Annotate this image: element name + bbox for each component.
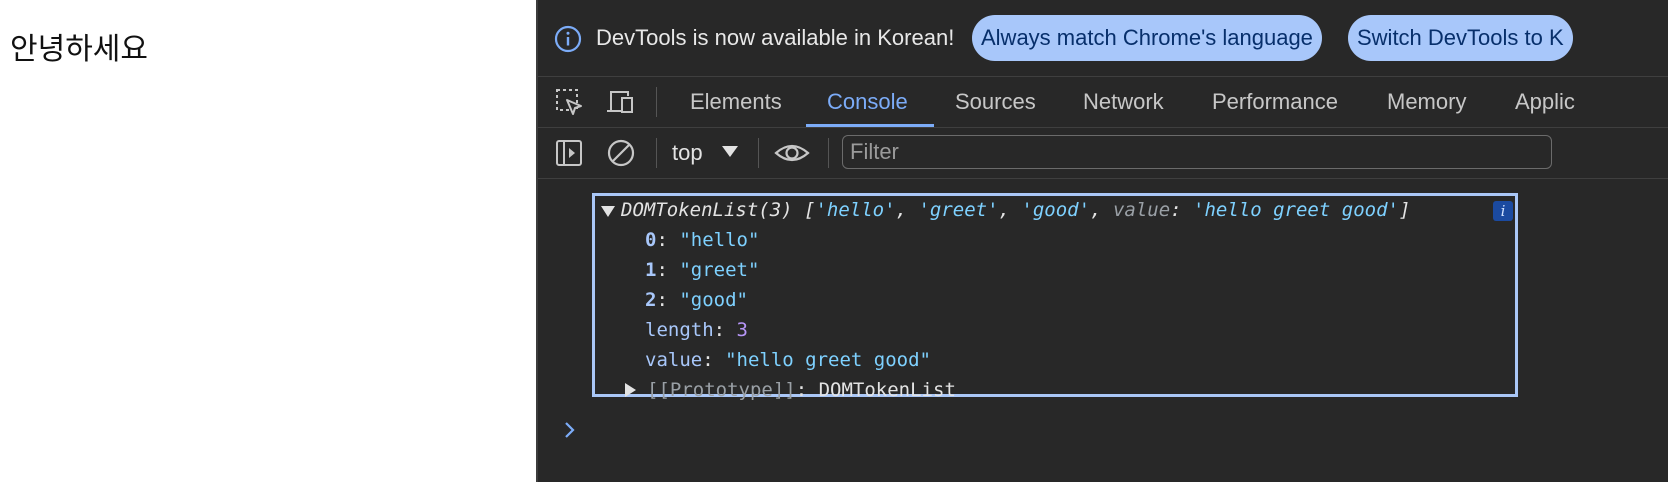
info-icon: [554, 25, 582, 53]
expand-triangle-icon[interactable]: [601, 206, 615, 217]
console-log-entry[interactable]: DOMTokenList(3) ['hello', 'greet', 'good…: [592, 193, 1518, 401]
prototype-value: DOMTokenList: [818, 379, 956, 401]
summary-type: DOMTokenList(3): [621, 199, 793, 221]
summary-bracket: ]: [1398, 199, 1411, 221]
console-toolbar: top: [538, 128, 1668, 179]
summary-item: 'greet': [918, 199, 999, 221]
property-row[interactable]: 0: "hello": [645, 225, 759, 255]
infobar-message: DevTools is now available in Korean!: [596, 25, 955, 50]
toolbar-divider: [656, 87, 657, 117]
property-row[interactable]: 2: "good": [645, 285, 748, 315]
tab-performance[interactable]: Performance: [1212, 77, 1338, 127]
page-text: 안녕하세요: [10, 32, 148, 67]
language-infobar: DevTools is now available in Korean! Alw…: [538, 0, 1668, 77]
filter-input[interactable]: [842, 135, 1552, 169]
property-value: "hello": [679, 229, 760, 251]
tab-sources[interactable]: Sources: [955, 77, 1036, 127]
console-prompt-icon[interactable]: [560, 419, 580, 441]
summary-item: 'hello': [815, 199, 896, 221]
summary-value: 'hello greet good': [1193, 199, 1399, 221]
info-badge-icon[interactable]: i: [1493, 201, 1513, 221]
web-page: 안녕하세요: [0, 0, 536, 482]
always-match-language-button[interactable]: Always match Chrome's language: [972, 15, 1322, 61]
switch-devtools-language-button[interactable]: Switch DevTools to K: [1348, 15, 1573, 61]
summary-comma: ,: [1090, 199, 1113, 221]
property-row[interactable]: value: "hello greet good": [645, 345, 931, 375]
tab-network[interactable]: Network: [1083, 77, 1164, 127]
summary-value-key: value: [1112, 199, 1171, 221]
prototype-row[interactable]: [[Prototype]]: DOMTokenList: [647, 375, 956, 405]
tab-elements[interactable]: Elements: [690, 77, 782, 127]
collapsed-triangle-icon[interactable]: [625, 383, 636, 397]
dropdown-caret-icon[interactable]: [722, 146, 738, 157]
device-toolbar-icon[interactable]: [606, 87, 636, 117]
tab-console[interactable]: Console: [827, 77, 908, 127]
summary-comma: ,: [998, 199, 1022, 221]
prototype-key: [[Prototype]]: [647, 379, 796, 401]
tab-application[interactable]: Applic: [1515, 77, 1575, 127]
sidebar-toggle-icon[interactable]: [554, 138, 584, 168]
property-row[interactable]: 1: "greet": [645, 255, 759, 285]
property-key: length: [645, 319, 714, 341]
property-key: 2: [645, 289, 657, 311]
property-value: "good": [679, 289, 748, 311]
clear-console-icon[interactable]: [606, 138, 636, 168]
property-key: 1: [645, 259, 657, 281]
property-key: 0: [645, 229, 657, 251]
tab-memory[interactable]: Memory: [1387, 77, 1466, 127]
summary-item: 'good': [1021, 199, 1091, 221]
inspect-element-icon[interactable]: [554, 87, 584, 117]
toolbar-divider: [656, 138, 657, 168]
console-output: DOMTokenList(3) ['hello', 'greet', 'good…: [538, 179, 1668, 482]
eye-icon[interactable]: [774, 138, 810, 168]
devtools-panel: DevTools is now available in Korean! Alw…: [536, 0, 1668, 482]
summary-bracket: [: [792, 199, 816, 221]
entry-summary[interactable]: DOMTokenList(3) ['hello', 'greet', 'good…: [621, 195, 1410, 225]
property-row[interactable]: length: 3: [645, 315, 748, 345]
active-tab-indicator: [806, 124, 934, 127]
summary-comma: ,: [895, 199, 919, 221]
property-value: "greet": [679, 259, 760, 281]
property-value: "hello greet good": [725, 349, 931, 371]
property-value: 3: [736, 319, 748, 341]
toolbar-divider: [758, 138, 759, 168]
summary-colon: :: [1170, 199, 1194, 221]
toolbar-divider: [828, 138, 829, 168]
property-key: value: [645, 349, 703, 371]
devtools-tabbar: Elements Console Sources Network Perform…: [538, 77, 1668, 128]
context-selector[interactable]: top: [672, 128, 703, 178]
